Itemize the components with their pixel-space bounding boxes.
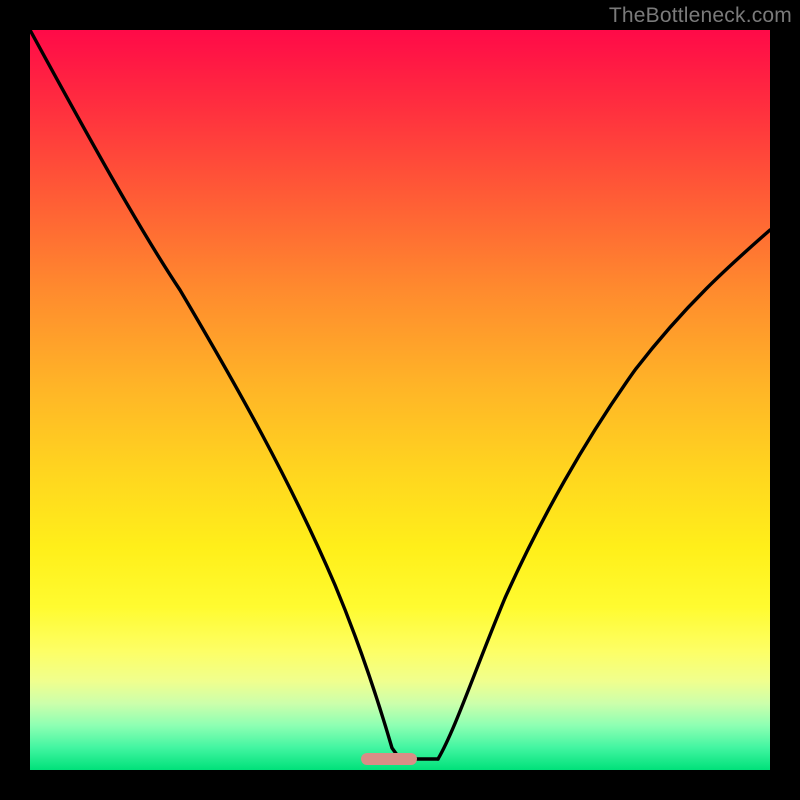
- plot-area: [30, 30, 770, 770]
- bottleneck-curve: [30, 30, 770, 770]
- optimal-marker: [361, 753, 417, 765]
- chart-stage: TheBottleneck.com: [0, 0, 800, 800]
- curve-left-branch: [30, 30, 400, 759]
- watermark-text: TheBottleneck.com: [609, 4, 792, 28]
- curve-right-branch: [438, 230, 770, 759]
